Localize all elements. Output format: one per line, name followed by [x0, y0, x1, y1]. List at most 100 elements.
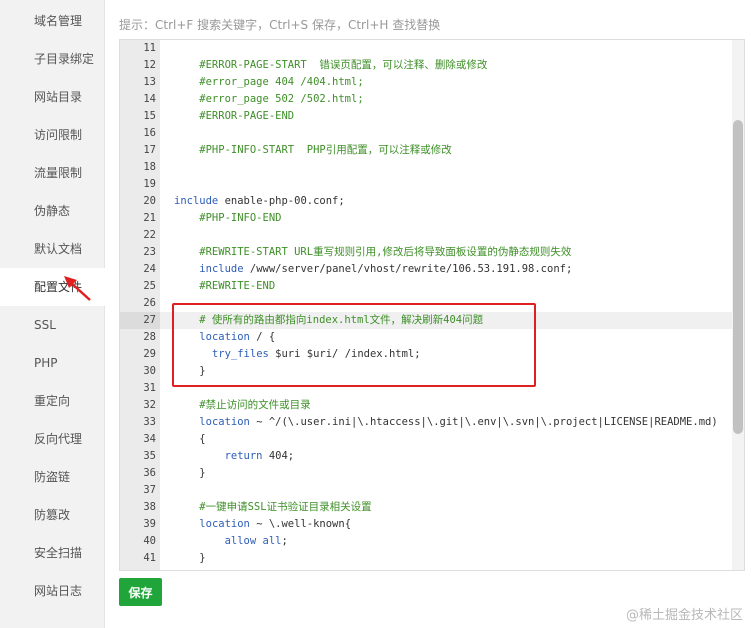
sidebar-item[interactable]: 重定向 — [0, 382, 104, 420]
code-text: return 404; — [174, 448, 295, 465]
code-rest: 404; — [262, 450, 295, 462]
line-number: 11 — [120, 40, 160, 57]
line-number: 39 — [120, 516, 160, 533]
code-line[interactable]: 12 #ERROR-PAGE-START 错误页配置，可以注释、删除或修改 — [120, 57, 732, 74]
code-keyword: include — [199, 263, 244, 275]
sidebar-item[interactable]: 访问限制 — [0, 116, 104, 154]
code-line[interactable]: 35 return 404; — [120, 448, 732, 465]
editor-hint: 提示：Ctrl+F 搜索关键字，Ctrl+S 保存，Ctrl+H 查找替换 — [119, 18, 441, 32]
code-line[interactable]: 22 — [120, 227, 732, 244]
sidebar-item[interactable]: 反向代理 — [0, 420, 104, 458]
line-number: 24 — [120, 261, 160, 278]
editor-scrollbar[interactable] — [732, 40, 744, 570]
code-keyword: location — [199, 518, 250, 530]
code-text: #ERROR-PAGE-END — [174, 110, 295, 122]
code-line[interactable]: 15 #ERROR-PAGE-END — [120, 108, 732, 125]
line-number: 15 — [120, 108, 160, 125]
code-text: location ~ \.well-known{ — [174, 516, 351, 533]
code-text: #REWRITE-END — [174, 280, 276, 292]
save-button[interactable]: 保存 — [119, 578, 162, 606]
sidebar-item[interactable]: 默认文档 — [0, 230, 104, 268]
sidebar-item[interactable]: 安全扫描 — [0, 534, 104, 572]
code-keyword: location — [199, 416, 250, 428]
sidebar-item[interactable]: PHP — [0, 344, 104, 382]
line-number: 28 — [120, 329, 160, 346]
code-keyword: return — [224, 450, 263, 462]
code-line[interactable]: 33 location ~ ^/(\.user.ini|\.htaccess|\… — [120, 414, 732, 431]
code-text: } — [174, 552, 206, 564]
line-number: 20 — [120, 193, 160, 210]
line-number: 16 — [120, 125, 160, 142]
line-number: 18 — [120, 159, 160, 176]
code-line[interactable]: 37 — [120, 482, 732, 499]
line-number: 27 — [120, 312, 160, 329]
code-text: include /www/server/panel/vhost/rewrite/… — [174, 261, 572, 278]
code-line[interactable]: 13 #error_page 404 /404.html; — [120, 74, 732, 91]
code-text: #ERROR-PAGE-START 错误页配置，可以注释、删除或修改 — [174, 59, 488, 71]
code-text: #禁止访问的文件或目录 — [174, 399, 311, 411]
code-rest: enable-php-00.conf; — [218, 195, 345, 207]
code-text: #一键申请SSL证书验证目录相关设置 — [174, 501, 372, 513]
code-line[interactable]: 32 #禁止访问的文件或目录 — [120, 397, 732, 414]
sidebar-item[interactable]: 网站目录 — [0, 78, 104, 116]
line-number: 13 — [120, 74, 160, 91]
code-keyword: allow all — [224, 535, 282, 547]
line-number: 12 — [120, 57, 160, 74]
line-number: 31 — [120, 380, 160, 397]
code-line[interactable]: 16 — [120, 125, 732, 142]
code-line[interactable]: 23 #REWRITE-START URL重写规则引用,修改后将导致面板设置的伪… — [120, 244, 732, 261]
line-number: 29 — [120, 346, 160, 363]
code-line[interactable]: 18 — [120, 159, 732, 176]
sidebar-item[interactable]: SSL — [0, 306, 104, 344]
sidebar-item[interactable]: 防篡改 — [0, 496, 104, 534]
code-line[interactable]: 40 allow all; — [120, 533, 732, 550]
line-number: 25 — [120, 278, 160, 295]
line-number: 23 — [120, 244, 160, 261]
code-text: allow all; — [174, 533, 288, 550]
code-text: } — [174, 467, 206, 479]
line-number: 17 — [120, 142, 160, 159]
code-rest: ; — [281, 535, 288, 547]
code-line[interactable]: 24 include /www/server/panel/vhost/rewri… — [120, 261, 732, 278]
code-line[interactable]: 21 #PHP-INFO-END — [120, 210, 732, 227]
line-number: 38 — [120, 499, 160, 516]
line-number: 22 — [120, 227, 160, 244]
sidebar-item[interactable]: 子目录绑定 — [0, 40, 104, 78]
code-line[interactable]: 19 — [120, 176, 732, 193]
line-number: 34 — [120, 431, 160, 448]
sidebar-item[interactable]: 域名管理 — [0, 2, 104, 40]
sidebar-item[interactable]: 防盗链 — [0, 458, 104, 496]
code-keyword: include — [174, 195, 219, 207]
code-text: #REWRITE-START URL重写规则引用,修改后将导致面板设置的伪静态规… — [174, 246, 572, 258]
code-text: #PHP-INFO-START PHP引用配置，可以注释或修改 — [174, 144, 452, 156]
code-rest: ~ \.well-known{ — [249, 518, 352, 530]
code-line[interactable]: 20 include enable-php-00.conf; — [120, 193, 732, 210]
code-line[interactable]: 25 #REWRITE-END — [120, 278, 732, 295]
line-number: 33 — [120, 414, 160, 431]
code-text: location ~ ^/(\.user.ini|\.htaccess|\.gi… — [174, 414, 717, 431]
scrollbar-thumb[interactable] — [733, 120, 743, 434]
code-line[interactable]: 34 { — [120, 431, 732, 448]
sidebar-item[interactable]: 伪静态 — [0, 192, 104, 230]
sidebar-item[interactable]: 网站日志 — [0, 572, 104, 610]
code-line[interactable]: 39 location ~ \.well-known{ — [120, 516, 732, 533]
code-text: { — [174, 433, 206, 445]
code-text: #PHP-INFO-END — [174, 212, 282, 224]
code-line[interactable]: 38 #一键申请SSL证书验证目录相关设置 — [120, 499, 732, 516]
line-number: 30 — [120, 363, 160, 380]
line-number: 19 — [120, 176, 160, 193]
code-text: include enable-php-00.conf; — [174, 193, 345, 210]
code-line[interactable]: 14 #error_page 502 /502.html; — [120, 91, 732, 108]
line-number: 40 — [120, 533, 160, 550]
line-number: 32 — [120, 397, 160, 414]
annotation-arrow-icon — [64, 276, 91, 301]
code-line[interactable]: 41 } — [120, 550, 732, 567]
code-line[interactable]: 17 #PHP-INFO-START PHP引用配置，可以注释或修改 — [120, 142, 732, 159]
code-line[interactable]: 36 } — [120, 465, 732, 482]
line-number: 36 — [120, 465, 160, 482]
sidebar-item[interactable]: 流量限制 — [0, 154, 104, 192]
code-line[interactable]: 11 — [120, 40, 732, 57]
line-number: 14 — [120, 91, 160, 108]
annotation-highlight-box — [172, 303, 536, 387]
sidebar: 域名管理 子目录绑定 网站目录 访问限制 流量限制 伪静态 默认文档 配置文件 SSL PHP 重定… — [0, 0, 138, 628]
